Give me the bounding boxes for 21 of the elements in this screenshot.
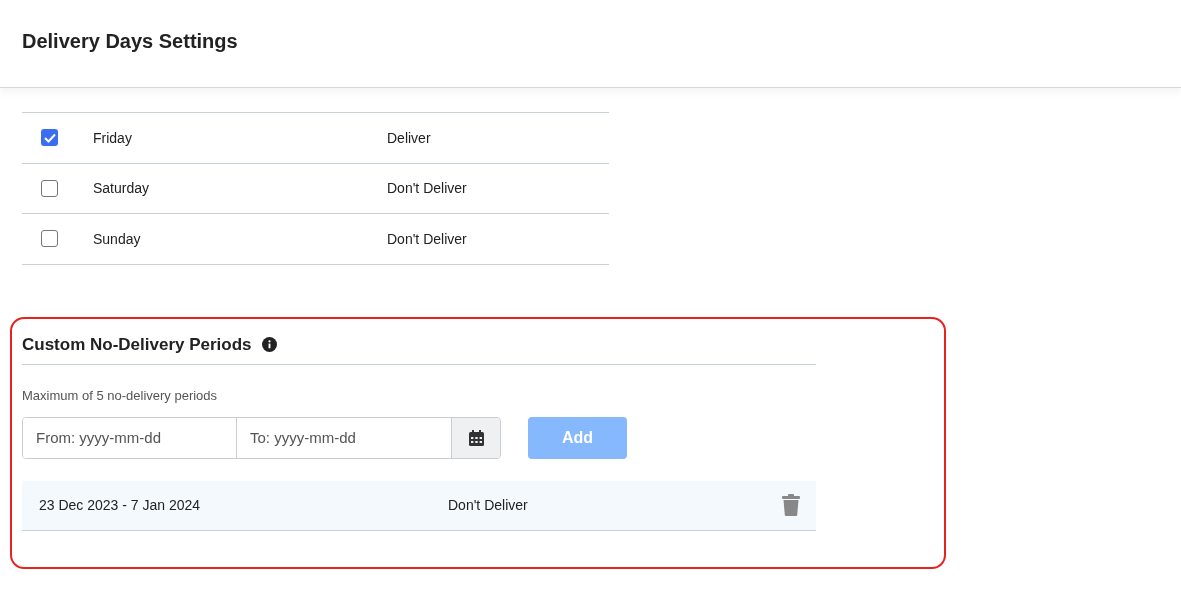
- info-icon[interactable]: [261, 337, 277, 352]
- day-checkbox[interactable]: [41, 179, 58, 197]
- period-status: Don't Deliver: [448, 497, 529, 513]
- page-title: Delivery Days Settings: [22, 30, 238, 53]
- day-checkbox[interactable]: [41, 129, 58, 147]
- delivery-status: Deliver: [387, 129, 431, 146]
- day-checkbox[interactable]: [41, 230, 58, 248]
- day-name: Saturday: [93, 180, 151, 197]
- trash-icon: [782, 494, 800, 516]
- section-title: Custom No-Delivery Periods: [22, 334, 252, 355]
- day-name: Friday: [93, 129, 133, 146]
- from-date-input[interactable]: From: yyyy-mm-dd: [23, 417, 237, 458]
- date-range-field[interactable]: From: yyyy-mm-dd To: yyyy-mm-dd: [22, 416, 501, 459]
- delete-button[interactable]: [782, 494, 800, 516]
- calendar-button[interactable]: [452, 417, 500, 458]
- limit-hint: Maximum of 5 no-delivery periods: [22, 387, 219, 403]
- delivery-status: Don't Deliver: [387, 180, 467, 197]
- delivery-status: Don't Deliver: [387, 230, 467, 247]
- day-name: Sunday: [93, 230, 142, 247]
- period-range: 23 Dec 2023 - 7 Jan 2024: [39, 497, 202, 513]
- calendar-icon: [468, 429, 484, 446]
